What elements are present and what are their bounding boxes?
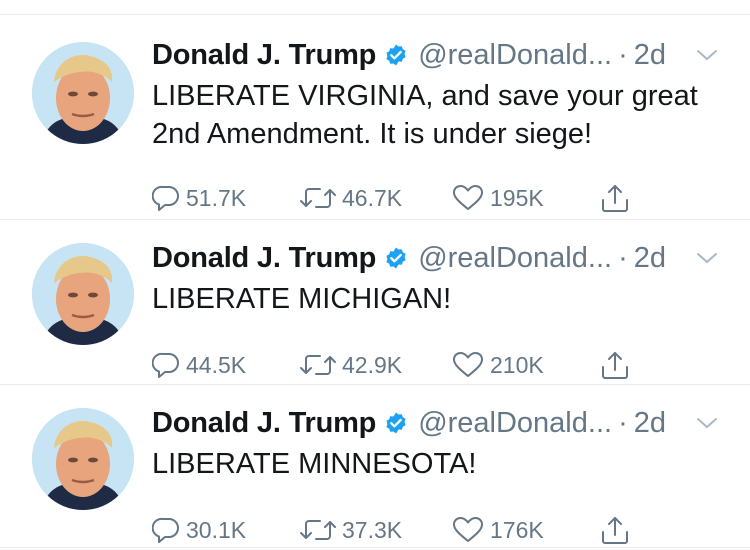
verified-badge-icon xyxy=(386,44,406,66)
heart-icon xyxy=(453,517,483,542)
share-icon xyxy=(602,352,628,379)
retweet-button[interactable]: 37.3K xyxy=(300,513,402,547)
tweet-header: Donald J. Trump @realDonald... · 2d xyxy=(152,405,726,441)
tweet-header: Donald J. Trump @realDonald... · 2d xyxy=(152,240,726,276)
tweet-text: LIBERATE VIRGINIA, and save your great 2… xyxy=(152,80,698,150)
tweet-actions: 51.7K 46.7K 195K xyxy=(152,181,642,215)
avatar[interactable] xyxy=(32,42,134,144)
retweet-icon xyxy=(300,520,336,540)
reply-icon xyxy=(152,185,179,211)
retweet-count: 37.3K xyxy=(342,516,403,543)
chevron-down-icon[interactable] xyxy=(694,248,720,268)
retweet-count: 46.7K xyxy=(342,184,403,211)
display-name[interactable]: Donald J. Trump xyxy=(152,407,376,440)
like-button[interactable]: 195K xyxy=(452,181,544,215)
reply-icon xyxy=(152,517,179,543)
display-name[interactable]: Donald J. Trump xyxy=(152,39,376,72)
share-button[interactable] xyxy=(600,348,630,382)
user-handle[interactable]: @realDonald... xyxy=(418,407,612,440)
retweet-icon xyxy=(300,188,336,208)
avatar-image xyxy=(32,243,134,345)
reply-count: 44.5K xyxy=(186,351,247,378)
heart-icon xyxy=(453,352,483,377)
share-button[interactable] xyxy=(600,181,630,215)
like-count: 210K xyxy=(490,351,544,378)
user-handle[interactable]: @realDonald... xyxy=(418,39,612,72)
tweet-text: LIBERATE MICHIGAN! xyxy=(152,283,452,315)
avatar[interactable] xyxy=(32,243,134,345)
chevron-down-icon[interactable] xyxy=(694,45,720,65)
reply-count: 30.1K xyxy=(186,516,247,543)
user-handle[interactable]: @realDonald... xyxy=(418,242,612,275)
chevron-down-icon[interactable] xyxy=(694,413,720,433)
avatar-image xyxy=(32,408,134,510)
tweet-header: Donald J. Trump @realDonald... · 2d xyxy=(152,37,726,73)
verified-badge-icon xyxy=(386,412,406,434)
reply-button[interactable]: 30.1K xyxy=(152,513,246,547)
like-button[interactable]: 210K xyxy=(452,348,544,382)
tweet[interactable]: Donald J. Trump @realDonald... · 2d LIBE… xyxy=(0,385,750,548)
retweet-button[interactable]: 46.7K xyxy=(300,181,402,215)
share-button[interactable] xyxy=(600,513,630,547)
reply-count: 51.7K xyxy=(186,184,247,211)
tweet[interactable]: Donald J. Trump @realDonald... · 2d LIBE… xyxy=(0,15,750,220)
reply-icon xyxy=(152,352,179,378)
timestamp[interactable]: 2d xyxy=(634,39,666,72)
share-icon xyxy=(602,517,628,544)
tweet-actions: 30.1K 37.3K 176K xyxy=(152,513,642,547)
like-count: 195K xyxy=(490,184,544,211)
retweet-button[interactable]: 42.9K xyxy=(300,348,402,382)
share-icon xyxy=(602,185,628,212)
reply-button[interactable]: 51.7K xyxy=(152,181,246,215)
separator-dot: · xyxy=(618,406,628,439)
avatar-image xyxy=(32,42,134,144)
like-button[interactable]: 176K xyxy=(452,513,544,547)
tweet[interactable]: Donald J. Trump @realDonald... · 2d LIBE… xyxy=(0,220,750,385)
display-name[interactable]: Donald J. Trump xyxy=(152,242,376,275)
heart-icon xyxy=(453,185,483,210)
reply-button[interactable]: 44.5K xyxy=(152,348,246,382)
separator-dot: · xyxy=(618,38,628,71)
timestamp[interactable]: 2d xyxy=(634,407,666,440)
like-count: 176K xyxy=(490,516,544,543)
tweet-text: LIBERATE MINNESOTA! xyxy=(152,448,477,480)
verified-badge-icon xyxy=(386,247,406,269)
timestamp[interactable]: 2d xyxy=(634,242,666,275)
separator-dot: · xyxy=(618,241,628,274)
avatar[interactable] xyxy=(32,408,134,510)
retweet-icon xyxy=(300,355,336,375)
tweet-actions: 44.5K 42.9K 210K xyxy=(152,348,642,382)
retweet-count: 42.9K xyxy=(342,351,403,378)
